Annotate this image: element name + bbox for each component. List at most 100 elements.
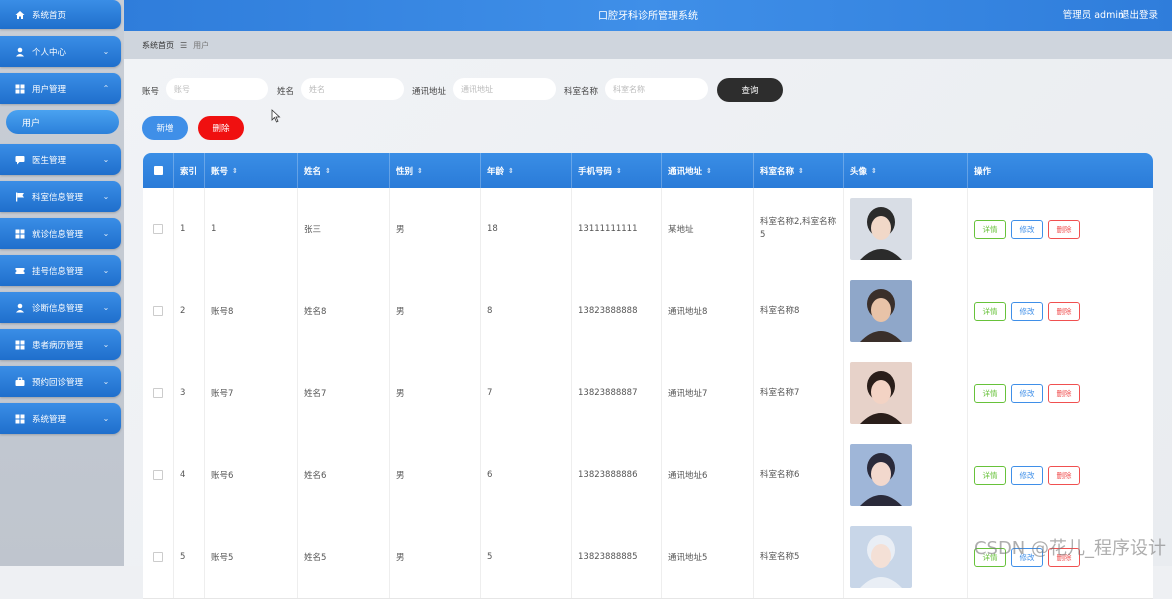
home-icon — [14, 10, 25, 20]
sidebar-item-diagnosis-management[interactable]: 诊断信息管理 ⌄ — [0, 292, 121, 323]
chat-icon — [14, 155, 25, 165]
row-checkbox[interactable] — [143, 188, 173, 270]
cell-phone: 13823888886 — [571, 434, 661, 516]
cell-gender: 男 — [389, 352, 480, 434]
sidebar-subitem-label: 用户 — [22, 118, 41, 129]
chevron-down-icon: ⌄ — [102, 192, 110, 201]
delete-button[interactable]: 删除 — [1048, 301, 1080, 321]
cell-account: 账号5 — [204, 516, 297, 598]
breadcrumb-home[interactable]: 系统首页 — [142, 40, 174, 51]
cell-index: 3 — [173, 352, 204, 434]
header-gender[interactable]: 性别 ⇕ — [389, 153, 480, 188]
sidebar-item-visit-management[interactable]: 就诊信息管理 ⌄ — [0, 218, 121, 249]
delete-button[interactable]: 删除 — [1048, 219, 1080, 239]
sidebar-item-system-management[interactable]: 系统管理 ⌄ — [0, 403, 121, 434]
cell-account: 账号8 — [204, 270, 297, 352]
sidebar-item-label: 医生管理 — [32, 155, 67, 166]
sidebar-item-records-management[interactable]: 患者病历管理 ⌄ — [0, 329, 121, 360]
sort-icon: ⇕ — [417, 166, 423, 175]
sidebar-item-label: 用户管理 — [32, 84, 67, 95]
table-row: 4 账号6 姓名6 男 6 13823888886 通讯地址6 科室名称6 详情 修改 删除 — [143, 434, 1153, 517]
app-title: 口腔牙科诊所管理系统 — [598, 11, 698, 22]
name-input[interactable]: 姓名 — [301, 78, 404, 100]
grid-icon — [14, 340, 25, 350]
header-address[interactable]: 通讯地址 ⇕ — [661, 153, 753, 188]
cell-phone: 13111111111 — [571, 188, 661, 270]
sidebar-item-registration-management[interactable]: 挂号信息管理 ⌄ — [0, 255, 121, 286]
sort-icon: ⇕ — [616, 166, 622, 175]
header-phone[interactable]: 手机号码 ⇕ — [571, 153, 661, 188]
cell-age: 5 — [480, 516, 571, 598]
address-label: 通讯地址 — [412, 87, 447, 97]
avatar — [850, 362, 912, 424]
detail-button[interactable]: 详情 — [974, 383, 1006, 403]
mouse-cursor-icon — [271, 109, 281, 123]
sidebar-subitem-users[interactable]: 用户 — [6, 110, 119, 134]
sidebar-item-doctor-management[interactable]: 医生管理 ⌄ — [0, 144, 121, 175]
header-age[interactable]: 年龄 ⇕ — [480, 153, 571, 188]
department-input[interactable]: 科室名称 — [605, 78, 708, 100]
sidebar-item-label: 个人中心 — [32, 47, 67, 58]
edit-button[interactable]: 修改 — [1011, 301, 1043, 321]
delete-button[interactable]: 删除 — [1048, 383, 1080, 403]
sidebar-item-followup-management[interactable]: 预约回诊管理 ⌄ — [0, 366, 121, 397]
cell-index: 5 — [173, 516, 204, 598]
sidebar-item-home[interactable]: 系统首页 — [0, 0, 121, 29]
sidebar-item-profile[interactable]: 个人中心 ⌄ — [0, 36, 121, 67]
row-checkbox[interactable] — [143, 434, 173, 516]
sort-icon: ⇕ — [325, 166, 331, 175]
header-account[interactable]: 账号 ⇕ — [204, 153, 297, 188]
logout-link[interactable]: 退出登录 — [1120, 7, 1158, 21]
chevron-down-icon: ⌄ — [102, 340, 110, 349]
sidebar-item-user-management[interactable]: 用户管理 ⌃ — [0, 73, 121, 104]
cell-dept: 科室名称8 — [753, 270, 843, 352]
address-input[interactable]: 通讯地址 — [453, 78, 556, 100]
cell-address: 通讯地址7 — [661, 352, 753, 434]
header-name[interactable]: 姓名 ⇕ — [297, 153, 389, 188]
row-checkbox[interactable] — [143, 270, 173, 352]
detail-button[interactable]: 详情 — [974, 219, 1006, 239]
edit-button[interactable]: 修改 — [1011, 219, 1043, 239]
sidebar: 系统首页 个人中心 ⌄ 用户管理 ⌃ 用户 医生管理 ⌄ 科室信息管理 ⌄ 就诊… — [0, 0, 124, 566]
cell-gender: 男 — [389, 434, 480, 516]
cell-address: 通讯地址5 — [661, 516, 753, 598]
table-header: 索引 账号 ⇕ 姓名 ⇕ 性别 ⇕ 年龄 ⇕ 手机号码 ⇕ 通讯地址 ⇕ 科室名称 ⇕ 头像 ⇕… — [143, 153, 1153, 188]
current-user: 管理员 admin — [1062, 10, 1124, 21]
cell-name: 姓名8 — [297, 270, 389, 352]
edit-button[interactable]: 修改 — [1011, 383, 1043, 403]
sort-icon: ⇕ — [706, 166, 712, 175]
breadcrumb-separator-icon: ☰ — [180, 40, 188, 50]
cell-operations: 详情 修改 删除 — [967, 352, 1153, 434]
query-button[interactable]: 查询 — [717, 78, 783, 102]
row-checkbox[interactable] — [143, 352, 173, 434]
delete-button[interactable]: 删除 — [1048, 465, 1080, 485]
account-input[interactable]: 账号 — [166, 78, 268, 100]
user-icon — [14, 47, 25, 57]
detail-button[interactable]: 详情 — [974, 301, 1006, 321]
select-all-checkbox[interactable] — [143, 153, 173, 188]
cell-dept: 科室名称7 — [753, 352, 843, 434]
sidebar-item-label: 系统管理 — [32, 414, 67, 425]
header-index: 索引 — [173, 153, 204, 188]
cell-phone: 13823888887 — [571, 352, 661, 434]
cell-address: 某地址 — [661, 188, 753, 270]
sidebar-item-department-management[interactable]: 科室信息管理 ⌄ — [0, 181, 121, 212]
cell-avatar — [843, 270, 967, 352]
add-button[interactable]: 新增 — [142, 116, 188, 140]
cell-account: 1 — [204, 188, 297, 270]
header-department[interactable]: 科室名称 ⇕ — [753, 153, 843, 188]
header-avatar[interactable]: 头像 ⇕ — [843, 153, 967, 188]
user-icon — [14, 303, 25, 313]
cell-dept: 科室名称2,科室名称5 — [753, 188, 843, 270]
header-operations: 操作 — [967, 153, 1153, 188]
breadcrumb: 系统首页 ☰ 用户 — [124, 31, 1172, 59]
cell-age: 7 — [480, 352, 571, 434]
chevron-down-icon: ⌄ — [102, 229, 110, 238]
batch-delete-button[interactable]: 删除 — [198, 116, 244, 140]
edit-button[interactable]: 修改 — [1011, 465, 1043, 485]
sort-icon: ⇕ — [798, 166, 804, 175]
detail-button[interactable]: 详情 — [974, 465, 1006, 485]
row-checkbox[interactable] — [143, 516, 173, 598]
cell-gender: 男 — [389, 270, 480, 352]
sidebar-item-label: 挂号信息管理 — [32, 266, 84, 277]
